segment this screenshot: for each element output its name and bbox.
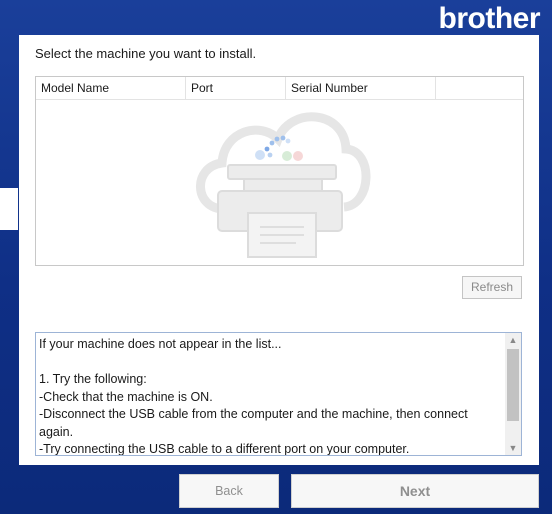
column-header-port[interactable]: Port [186,77,286,99]
scroll-down-arrow-icon[interactable]: ▼ [505,441,521,455]
side-tab [0,188,18,230]
watermark-letters [255,150,303,161]
help-line [39,354,505,372]
list-header: Model Name Port Serial Number [36,77,523,100]
help-line: -Check that the machine is ON. [39,389,213,404]
brother-logo: brother [438,2,541,35]
install-panel: Select the machine you want to install. … [19,35,539,465]
help-text: If your machine does not appear in the l… [39,336,505,456]
machine-list[interactable]: Model Name Port Serial Number [35,76,524,266]
refresh-button[interactable]: Refresh [462,276,522,299]
help-line: 1. Try the following: [39,372,147,386]
next-button[interactable]: Next [291,474,539,508]
searching-printer-illustration [196,112,371,258]
help-line: If your machine does not appear in the l… [39,337,282,351]
vertical-scrollbar[interactable]: ▲ ▼ [505,333,521,455]
back-button[interactable]: Back [179,474,279,508]
help-line: -Disconnect the USB cable from the compu… [39,407,468,439]
prompt-text: Select the machine you want to install. [35,46,257,61]
scroll-up-arrow-icon[interactable]: ▲ [505,333,521,347]
column-header-serial-number[interactable]: Serial Number [286,77,436,99]
scroll-thumb[interactable] [507,349,519,421]
column-header-model-name[interactable]: Model Name [36,77,186,99]
help-text-box[interactable]: If your machine does not appear in the l… [35,332,522,456]
help-line: -Try connecting the USB cable to a diffe… [39,442,410,456]
